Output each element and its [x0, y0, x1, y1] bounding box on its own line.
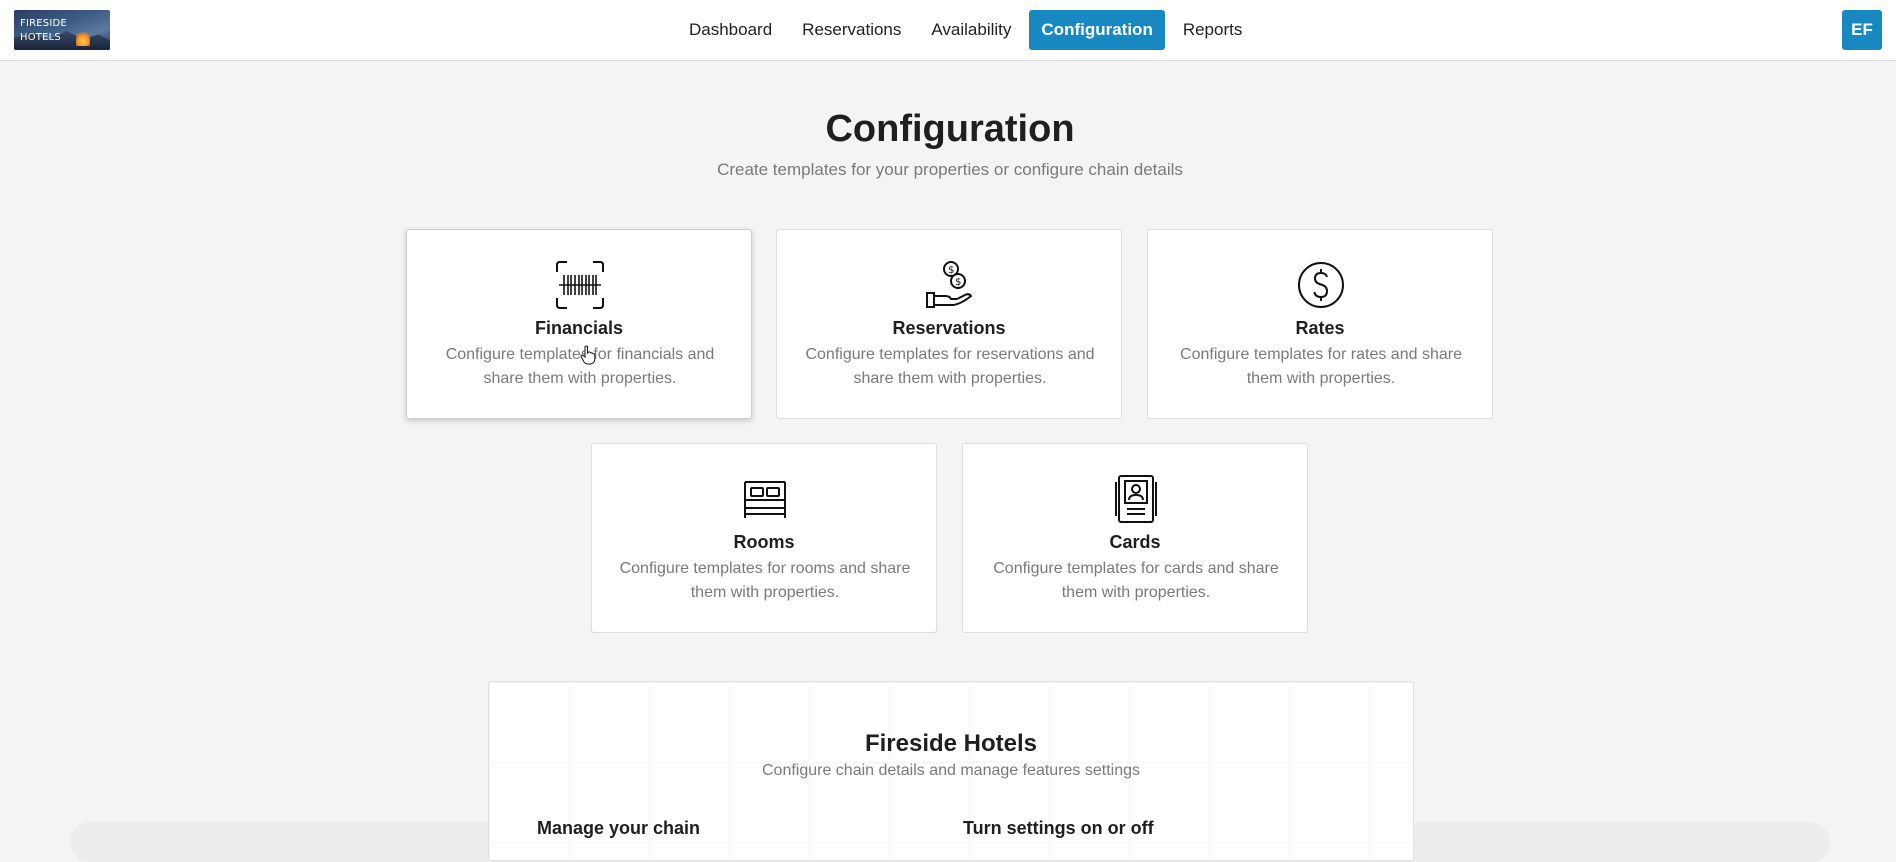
reservations-card[interactable]: $ $ Reservations Configure templates for… — [776, 229, 1122, 419]
cards-card-description: Configure templates for cards and share … — [993, 560, 1279, 601]
nav-reports[interactable]: Reports — [1171, 10, 1255, 50]
nav-configuration[interactable]: Configuration — [1029, 10, 1165, 50]
nav-dashboard[interactable]: Dashboard — [677, 10, 784, 50]
barcode-icon — [555, 260, 605, 310]
main-nav: Dashboard Reservations Availability Conf… — [677, 10, 1254, 50]
rates-card-title: Rates — [1295, 318, 1345, 338]
page-subtitle: Create templates for your properties or … — [717, 160, 1183, 179]
financials-card[interactable]: Financials Configure templates for finan… — [406, 229, 752, 419]
reservations-card-title: Reservations — [892, 318, 1006, 338]
rooms-card[interactable]: Rooms Configure templates for rooms and … — [591, 443, 937, 633]
fireside-hotels-logo[interactable]: FIRESIDE HOTELS — [14, 10, 110, 50]
hand-cursor-icon — [580, 345, 596, 365]
logo-text-line1: FIRESIDE — [20, 18, 67, 29]
chain-title: Fireside Hotels — [864, 730, 1038, 757]
rooms-card-title: Rooms — [733, 532, 795, 552]
cards-card[interactable]: Cards Configure templates for cards and … — [962, 443, 1308, 633]
top-navigation-bar: FIRESIDE HOTELS Dashboard Reservations A… — [0, 0, 1896, 61]
financials-card-title: Financials — [534, 318, 624, 338]
logo-fire — [76, 30, 90, 46]
rates-card-description: Configure templates for rates and share … — [1180, 346, 1462, 387]
logo-text-line2: HOTELS — [20, 32, 61, 43]
settings-toggle-heading: Turn settings on or off — [963, 818, 1154, 838]
user-avatar[interactable]: EF — [1842, 10, 1882, 50]
page-title: Configuration — [825, 108, 1075, 150]
svg-text:$: $ — [955, 277, 961, 288]
cards-card-title: Cards — [1109, 532, 1161, 552]
rooms-card-description: Configure templates for rooms and share … — [619, 560, 911, 601]
bed-icon — [740, 474, 790, 524]
chain-subtitle: Configure chain details and manage featu… — [761, 762, 1140, 779]
svg-text:$: $ — [948, 265, 954, 276]
id-card-icon — [1111, 474, 1161, 524]
manage-chain-heading: Manage your chain — [537, 818, 701, 838]
rates-card[interactable]: Rates Configure templates for rates and … — [1147, 229, 1493, 419]
nav-availability[interactable]: Availability — [919, 10, 1023, 50]
dollar-circle-icon — [1296, 260, 1346, 310]
nav-reservations[interactable]: Reservations — [790, 10, 913, 50]
chain-settings-panel: Fireside Hotels Configure chain details … — [488, 681, 1414, 861]
reservations-card-description: Configure templates for reservations and… — [805, 346, 1095, 387]
hand-coins-icon: $ $ — [925, 260, 975, 310]
